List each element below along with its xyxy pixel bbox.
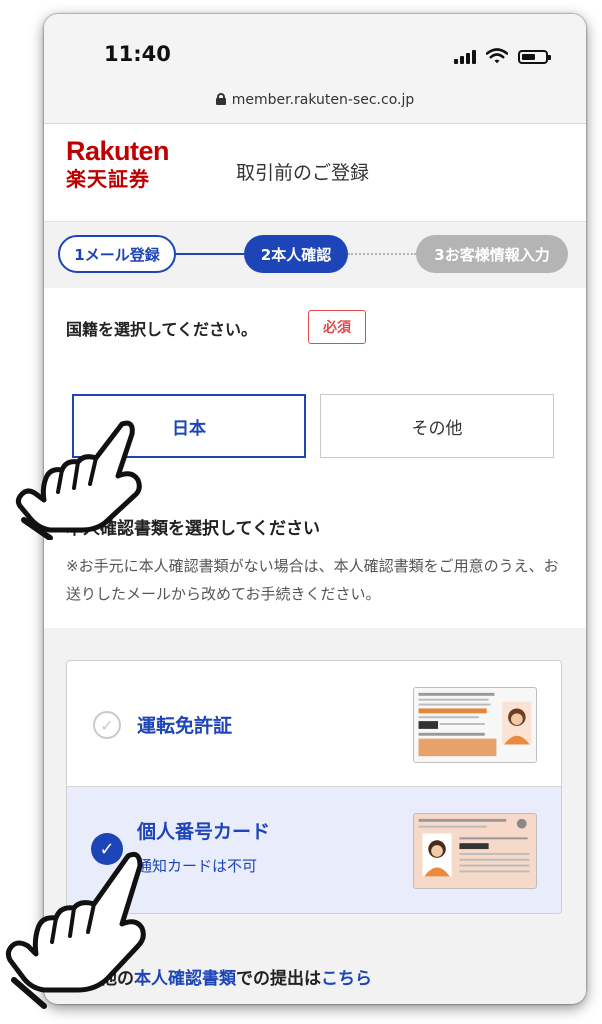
step-connector-done <box>176 253 244 255</box>
unchecked-icon: ✓ <box>93 711 121 739</box>
signal-icon <box>454 50 476 64</box>
status-bar: 11:40 member.rakuten-sec.co.jp <box>44 14 586 124</box>
here-link[interactable]: こちら <box>321 969 372 989</box>
wifi-icon <box>486 48 508 64</box>
drivers-license-image <box>413 687 537 763</box>
progress-steps: 1メール登録 2本人確認 3お客様情報入力 <box>44 222 586 288</box>
logo-text-en: Rakuten <box>66 136 170 166</box>
document-option-drivers-license[interactable]: ✓ 運転免許証 <box>67 661 561 787</box>
hand-pointer-icon <box>5 851 146 1009</box>
my-number-card-image <box>413 813 537 889</box>
battery-icon <box>518 50 551 64</box>
address-bar[interactable]: member.rakuten-sec.co.jp <box>44 92 586 108</box>
step-customer-info: 3お客様情報入力 <box>416 235 568 273</box>
status-icons <box>454 48 551 64</box>
logo-text-jp: 楽天証券 <box>66 167 150 191</box>
step-email-registration: 1メール登録 <box>58 235 176 273</box>
lock-icon <box>215 93 226 105</box>
rakuten-logo[interactable]: Rakuten 楽天証券 <box>66 136 170 191</box>
nationality-label: 国籍を選択してください。 <box>66 320 258 339</box>
status-time: 11:40 <box>104 42 171 66</box>
required-badge: 必須 <box>308 310 366 344</box>
site-header: Rakuten 楽天証券 取引前のご登録 <box>44 124 586 222</box>
step-connector-pending <box>348 253 416 255</box>
step-identity-verification: 2本人確認 <box>244 235 348 273</box>
url-text: member.rakuten-sec.co.jp <box>231 92 415 108</box>
footer-middle: での提出は <box>236 969 321 989</box>
page-title: 取引前のご登録 <box>236 162 370 184</box>
hand-pointer-icon <box>15 420 142 540</box>
document-note: ※お手元に本人確認書類がない場合は、本人確認書類をご用意のうえ、お送りしたメール… <box>66 557 559 603</box>
nationality-other-button[interactable]: その他 <box>320 394 554 458</box>
option-title: 運転免許証 <box>137 715 233 737</box>
